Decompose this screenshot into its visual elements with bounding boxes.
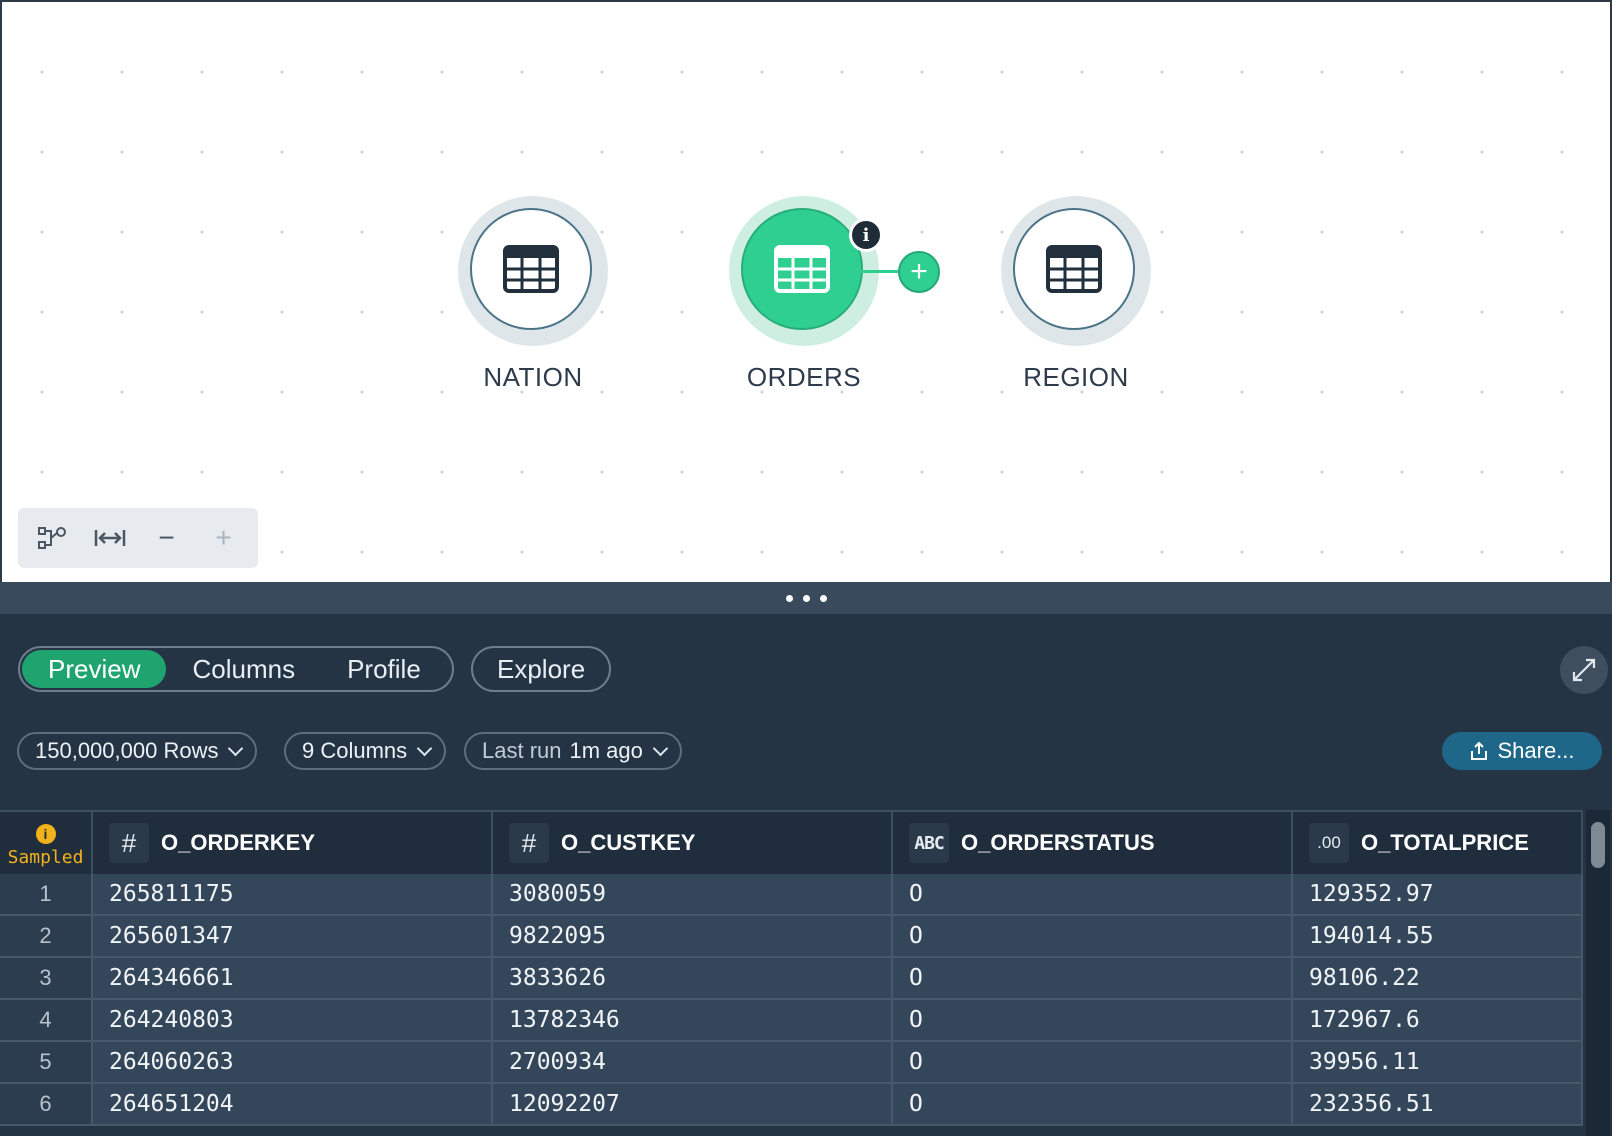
column-name: O_ORDERKEY [161, 830, 316, 855]
table-cell[interactable]: O [892, 999, 1293, 1042]
layout-icon[interactable] [31, 516, 75, 560]
share-label: Share... [1497, 738, 1575, 763]
scrollbar-thumb[interactable] [1591, 822, 1605, 868]
table-cell[interactable]: 12092207 [492, 1083, 893, 1126]
number-type-icon: # [509, 823, 549, 863]
info-icon[interactable]: i [849, 218, 883, 252]
node-connector [860, 270, 900, 273]
tab-profile[interactable]: Profile [321, 650, 447, 688]
table-row: 4 264240803 13782346 O 172967.6 [0, 999, 1583, 1042]
table-cell[interactable]: O [892, 874, 1293, 916]
share-button[interactable]: Share... [1442, 732, 1602, 770]
table-cell[interactable]: 13782346 [492, 999, 893, 1042]
flow-canvas[interactable]: NATION ORDERS i + REGION − + [0, 0, 1612, 582]
share-icon [1471, 741, 1488, 760]
tab-columns[interactable]: Columns [166, 650, 321, 688]
table-row: 3 264346661 3833626 O 98106.22 [0, 957, 1583, 1000]
node-label: NATION [483, 362, 583, 392]
data-panel: Preview Columns Profile Explore 150,000,… [0, 614, 1612, 1136]
sampled-indicator[interactable]: i Sampled [0, 810, 93, 874]
zoom-in-icon[interactable]: + [202, 516, 246, 560]
column-header-o-orderstatus[interactable]: ABC O_ORDERSTATUS [892, 810, 1293, 874]
chevron-down-icon [228, 740, 244, 757]
table-cell[interactable]: O [892, 915, 1293, 958]
table-cell[interactable]: 264346661 [92, 957, 493, 1000]
expand-icon [1572, 658, 1596, 682]
node-label: REGION [1023, 362, 1129, 392]
last-run-label: Last run [482, 738, 562, 763]
chevron-down-icon [416, 740, 433, 757]
table-cell[interactable]: 9822095 [492, 915, 893, 958]
row-number: 5 [0, 1041, 93, 1084]
column-header-o-orderkey[interactable]: # O_ORDERKEY [92, 810, 493, 874]
canvas-toolbar: − + [18, 508, 258, 568]
column-header-o-custkey[interactable]: # O_CUSTKEY [492, 810, 893, 874]
decimal-type-icon: .00 [1309, 823, 1349, 863]
number-type-icon: # [109, 823, 149, 863]
table-cell[interactable]: 3833626 [492, 957, 893, 1000]
table-header-row: i Sampled # O_ORDERKEY # O_CUSTKEY ABC O_OR… [0, 810, 1583, 874]
expand-button[interactable] [1560, 646, 1608, 694]
table-row: 6 264651204 12092207 O 232356.51 [0, 1083, 1583, 1126]
columns-count: 9 Columns [302, 738, 408, 763]
table-cell[interactable]: 265601347 [92, 915, 493, 958]
row-number: 2 [0, 915, 93, 958]
table-cell[interactable]: 194014.55 [1292, 915, 1583, 958]
node-label: ORDERS [746, 362, 862, 392]
zoom-out-icon[interactable]: − [145, 516, 189, 560]
table-cell[interactable]: 264240803 [92, 999, 493, 1042]
tab-explore[interactable]: Explore [471, 646, 612, 692]
table-cell[interactable]: 129352.97 [1292, 874, 1583, 916]
table-cell[interactable]: 2700934 [492, 1041, 893, 1084]
table-cell[interactable]: 232356.51 [1292, 1083, 1583, 1126]
tab-preview[interactable]: Preview [22, 650, 167, 688]
rows-count: 150,000,000 Rows [35, 738, 219, 763]
text-type-icon: ABC [909, 823, 949, 863]
row-number: 1 [0, 874, 93, 916]
last-run-value: 1m ago [569, 738, 643, 763]
column-name: O_ORDERSTATUS [961, 830, 1155, 855]
table-cell[interactable]: 264651204 [92, 1083, 493, 1126]
table-cell[interactable]: 98106.22 [1292, 957, 1583, 1000]
add-step-button[interactable]: + [898, 251, 940, 293]
table-cell[interactable]: O [892, 957, 1293, 1000]
fit-width-icon[interactable] [88, 516, 132, 560]
sampled-label: Sampled [7, 846, 84, 868]
column-header-o-totalprice[interactable]: .00 O_TOTALPRICE [1292, 810, 1583, 874]
last-run-dropdown[interactable]: Last run 1m ago [464, 732, 682, 770]
table-cell[interactable]: 265811175 [92, 874, 493, 916]
table-row: 1 265811175 3080059 O 129352.97 [0, 874, 1583, 916]
table-scrollbar[interactable] [1586, 810, 1610, 1136]
table-cell[interactable]: 39956.11 [1292, 1041, 1583, 1084]
row-number: 3 [0, 957, 93, 1000]
warning-icon: i [35, 823, 56, 844]
chevron-down-icon [652, 740, 669, 757]
column-name: O_CUSTKEY [561, 830, 696, 855]
columns-dropdown[interactable]: 9 Columns [284, 732, 447, 770]
view-tabs: Preview Columns Profile [18, 646, 454, 692]
table-icon [774, 245, 830, 293]
table-cell[interactable]: O [892, 1041, 1293, 1084]
table-icon [503, 245, 559, 293]
panel-resize-handle[interactable] [0, 582, 1612, 614]
rows-dropdown[interactable]: 150,000,000 Rows [17, 732, 258, 770]
row-number: 6 [0, 1083, 93, 1126]
table-cell[interactable]: 264060263 [92, 1041, 493, 1084]
row-number: 4 [0, 999, 93, 1042]
table-cell[interactable]: 3080059 [492, 874, 893, 916]
table-icon [1046, 245, 1102, 293]
table-cell[interactable]: O [892, 1083, 1293, 1126]
column-name: O_TOTALPRICE [1361, 830, 1529, 855]
table-cell[interactable]: 172967.6 [1292, 999, 1583, 1042]
data-table: i Sampled # O_ORDERKEY # O_CUSTKEY ABC O_OR… [0, 810, 1583, 1126]
table-row: 5 264060263 2700934 O 39956.11 [0, 1041, 1583, 1084]
table-row: 2 265601347 9822095 O 194014.55 [0, 915, 1583, 958]
